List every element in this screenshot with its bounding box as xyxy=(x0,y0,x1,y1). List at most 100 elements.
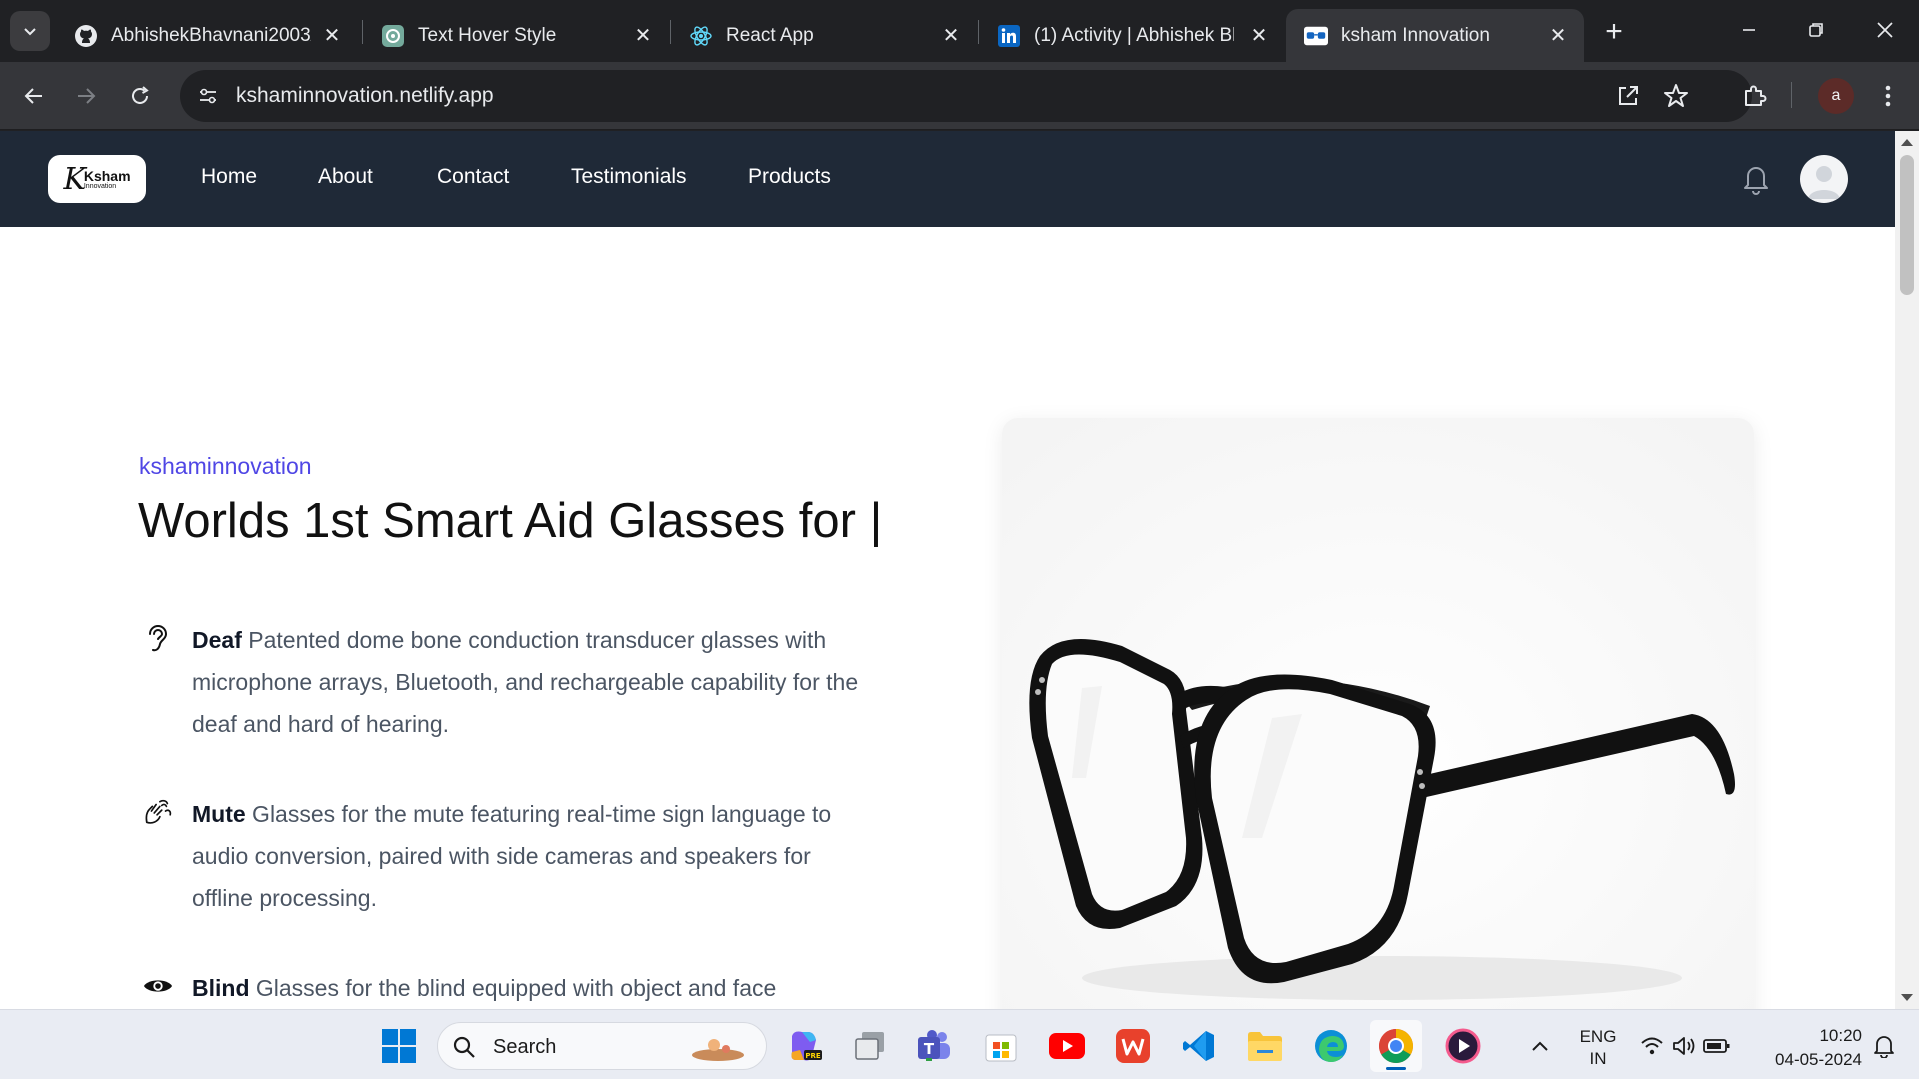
volume-icon xyxy=(1673,1037,1695,1055)
tab-title: (1) Activity | Abhishek Bh xyxy=(1034,24,1234,46)
sign-language-icon xyxy=(143,797,173,827)
address-bar[interactable]: kshaminnovation.netlify.app xyxy=(180,70,1752,122)
forward-button[interactable] xyxy=(66,76,106,116)
site-logo[interactable]: K Ksham Innovation xyxy=(48,155,146,203)
scroll-down-arrow-icon[interactable] xyxy=(1901,994,1913,1001)
linkedin-icon xyxy=(997,24,1021,48)
start-button[interactable] xyxy=(379,1026,419,1066)
feature-description: Glasses for the mute featuring real-time… xyxy=(192,801,832,911)
quick-settings-button[interactable] xyxy=(1640,1026,1732,1066)
reload-button[interactable] xyxy=(120,76,160,116)
open-in-app-icon[interactable] xyxy=(1614,82,1642,110)
feature-description: Glasses for the blind equipped with obje… xyxy=(249,975,777,1001)
close-tab-icon[interactable]: ✕ xyxy=(631,23,655,47)
chrome-icon xyxy=(1379,1029,1413,1063)
close-tab-icon[interactable]: ✕ xyxy=(1546,23,1570,47)
browser-tab-react-app[interactable]: React App ✕ xyxy=(671,9,977,62)
react-icon xyxy=(689,24,713,48)
taskbar-chrome[interactable] xyxy=(1370,1020,1422,1072)
site-info-icon[interactable] xyxy=(194,82,222,110)
nav-home[interactable]: Home xyxy=(201,165,257,189)
reload-icon xyxy=(132,86,149,104)
task-view-icon xyxy=(855,1032,884,1060)
minimize-button[interactable] xyxy=(1726,10,1772,50)
svg-text:PRE: PRE xyxy=(805,1052,821,1060)
back-button[interactable] xyxy=(14,76,54,116)
chatgpt-icon xyxy=(381,24,405,48)
close-tab-icon[interactable]: ✕ xyxy=(1247,23,1271,47)
windows-logo-icon xyxy=(382,1029,416,1063)
copilot-icon: PRE xyxy=(791,1031,822,1061)
feature-name: Mute xyxy=(192,801,246,827)
forward-arrow-icon xyxy=(78,88,96,104)
notification-center-button[interactable] xyxy=(1864,1026,1904,1066)
minimize-icon xyxy=(1743,29,1755,31)
search-icon xyxy=(453,1036,475,1058)
clock[interactable]: 10:20 04-05-2024 xyxy=(1752,1024,1862,1072)
extensions-button[interactable] xyxy=(1734,76,1774,116)
restore-button[interactable] xyxy=(1793,10,1839,50)
new-tab-button[interactable]: + xyxy=(1596,14,1632,50)
taskbar-wps-office[interactable] xyxy=(1113,1026,1153,1066)
feature-description: Patented dome bone conduction transducer… xyxy=(192,627,859,737)
svg-text:T: T xyxy=(924,1040,935,1058)
logo-text: Ksham Innovation xyxy=(83,167,131,190)
taskbar-file-explorer[interactable] xyxy=(1245,1026,1285,1066)
browser-tab-linkedin[interactable]: (1) Activity | Abhishek Bh ✕ xyxy=(979,9,1285,62)
taskbar-search-label: Search xyxy=(493,1036,557,1058)
clock-date: 04-05-2024 xyxy=(1775,1050,1862,1069)
notification-bell-icon xyxy=(1874,1036,1894,1058)
scrollbar-thumb[interactable] xyxy=(1900,155,1914,295)
tab-title: React App xyxy=(726,24,814,46)
chrome-menu-button[interactable] xyxy=(1868,76,1908,116)
plus-icon: + xyxy=(1605,15,1623,48)
bell-icon xyxy=(1744,167,1768,195)
nav-contact[interactable]: Contact xyxy=(437,165,509,189)
chevron-down-icon xyxy=(24,28,36,36)
media-player-icon xyxy=(1445,1028,1481,1064)
windows-taskbar: Search PRE T ENG IN 10:20 04-05-2024 xyxy=(0,1009,1919,1079)
taskbar-task-view[interactable] xyxy=(850,1026,890,1066)
browser-toolbar: kshaminnovation.netlify.app a xyxy=(0,62,1919,130)
battery-icon xyxy=(1703,1039,1730,1053)
feature-name: Deaf xyxy=(192,627,242,653)
clock-time: 10:20 xyxy=(1819,1026,1862,1045)
browser-tab-github[interactable]: AbhishekBhavnani2003/E ✕ xyxy=(56,9,358,62)
product-glasses-image xyxy=(1002,418,1754,1009)
tab-title: Text Hover Style xyxy=(418,24,557,46)
browser-tab-ksham-innovation[interactable]: ksham Innovation ✕ xyxy=(1286,9,1584,62)
nav-about[interactable]: About xyxy=(318,165,373,189)
taskbar-edge[interactable] xyxy=(1311,1026,1351,1066)
close-tab-icon[interactable]: ✕ xyxy=(320,23,344,47)
taskbar-teams[interactable]: T xyxy=(914,1026,954,1066)
bookmark-star-icon[interactable] xyxy=(1662,82,1690,110)
taskbar-search[interactable]: Search xyxy=(437,1022,767,1070)
edge-icon xyxy=(1315,1030,1347,1062)
browser-tab-text-hover-style[interactable]: Text Hover Style ✕ xyxy=(363,9,669,62)
github-icon xyxy=(74,24,98,48)
nav-testimonials[interactable]: Testimonials xyxy=(571,165,687,189)
tab-title: ksham Innovation xyxy=(1341,24,1490,46)
taskbar-copilot[interactable]: PRE xyxy=(784,1026,824,1066)
taskbar-media-player[interactable] xyxy=(1443,1026,1483,1066)
taskbar-youtube[interactable] xyxy=(1047,1026,1087,1066)
profile-avatar[interactable]: a xyxy=(1818,78,1854,114)
taskbar-store[interactable] xyxy=(981,1026,1021,1066)
show-hidden-icons-button[interactable] xyxy=(1520,1026,1560,1066)
close-window-button[interactable] xyxy=(1862,10,1908,50)
folder-icon xyxy=(1248,1032,1282,1061)
site-navbar: K Ksham Innovation Home About Contact Te… xyxy=(0,131,1895,227)
close-tab-icon[interactable]: ✕ xyxy=(939,23,963,47)
nav-products[interactable]: Products xyxy=(748,165,831,189)
notifications-button[interactable] xyxy=(1740,163,1772,195)
scroll-up-arrow-icon[interactable] xyxy=(1901,139,1913,146)
user-avatar[interactable] xyxy=(1800,155,1848,203)
product-image-card xyxy=(1002,418,1754,1009)
page-scrollbar[interactable] xyxy=(1895,131,1919,1009)
tab-search-button[interactable] xyxy=(10,11,50,51)
teams-icon: T xyxy=(918,1030,950,1061)
close-icon xyxy=(1877,22,1893,38)
taskbar-vscode[interactable] xyxy=(1179,1026,1219,1066)
puzzle-icon xyxy=(1745,85,1767,106)
language-indicator[interactable]: ENG IN xyxy=(1570,1026,1626,1070)
